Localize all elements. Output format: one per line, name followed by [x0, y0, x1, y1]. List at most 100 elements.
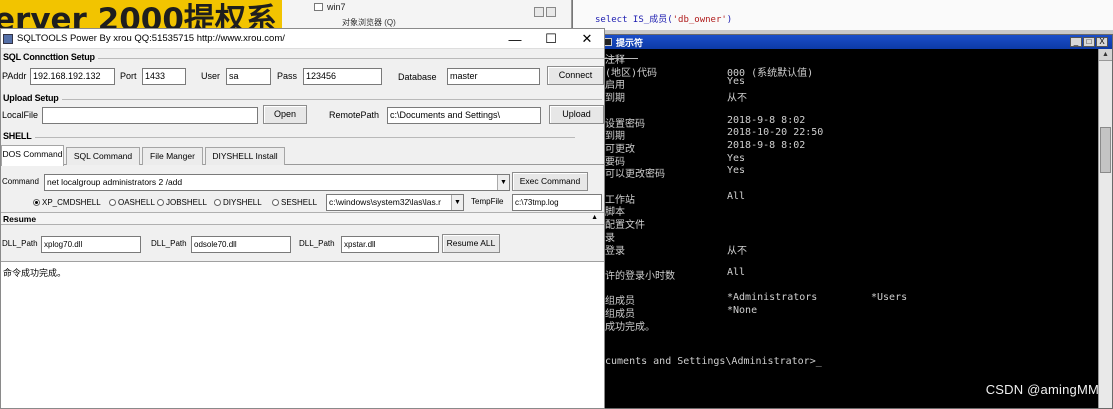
query-code: select IS_成员('db_owner'): [595, 15, 733, 25]
tree-item-label: win7: [327, 2, 346, 12]
upload-section-title: Upload Setup: [3, 93, 598, 103]
command-combo[interactable]: net localgroup administrators 2 /add ▼: [44, 174, 510, 191]
connect-button[interactable]: Connect: [547, 66, 604, 85]
shell-path-combo[interactable]: c:\windows\system32\las\las.r ▼: [326, 194, 464, 211]
port-label: Port: [120, 71, 137, 81]
dll2-label: DLL_Path: [151, 239, 187, 248]
dll1-label: DLL_Path: [2, 239, 38, 248]
remotepath-input[interactable]: c:\Documents and Settings\: [387, 107, 541, 124]
panel-button-icon[interactable]: [546, 7, 556, 17]
cmd-line: cuments and Settings\Administrator>_: [605, 356, 822, 367]
dll2-input[interactable]: odsole70.dll: [191, 236, 291, 253]
cmd-line-value: Yes: [727, 165, 746, 177]
ip-label: PAddr: [2, 71, 27, 81]
chevron-down-icon[interactable]: ▼: [497, 175, 509, 190]
tempfile-input[interactable]: c:\73tmp.log: [512, 194, 602, 211]
cmd-close-button[interactable]: X: [1096, 37, 1108, 47]
resume-title: Resume: [3, 214, 37, 224]
cmd-line: 许的登录小时数 All: [605, 267, 745, 282]
command-output-area[interactable]: 命令成功完成。: [1, 261, 604, 408]
port-input[interactable]: 1433: [142, 68, 186, 85]
radio-seshell[interactable]: SESHELL: [272, 198, 317, 207]
shell-section-title: SHELL: [3, 131, 565, 141]
tab-diyshell-install[interactable]: DIYSHELL Install: [205, 147, 285, 165]
object-browser-label: 对象浏览器 (Q): [342, 18, 396, 27]
exec-command-button[interactable]: Exec Command: [512, 172, 588, 191]
ip-input[interactable]: 192.168.192.132: [30, 68, 115, 85]
localfile-input[interactable]: [42, 107, 258, 124]
window-title: SQLTOOLS Power By xrou QQ:51535715 http:…: [17, 33, 285, 44]
dll1-input[interactable]: xplog70.dll: [41, 236, 141, 253]
cmd-maximize-button[interactable]: □: [1083, 37, 1095, 47]
localfile-label: LocalFile: [2, 110, 39, 120]
radio-icon: [33, 199, 40, 206]
sqltools-title-bar[interactable]: SQLTOOLS Power By xrou QQ:51535715 http:…: [1, 29, 604, 49]
cmd-line-value: Yes: [727, 76, 746, 88]
scroll-up-icon[interactable]: ▲: [1099, 49, 1112, 61]
pass-input[interactable]: 123456: [303, 68, 382, 85]
database-input[interactable]: master: [447, 68, 540, 85]
cmd-line-value: All: [727, 190, 746, 202]
collapse-icon[interactable]: ▲: [591, 214, 598, 221]
cmd-line-value: *Administrators: [727, 292, 818, 304]
cmd-title: 提示符: [616, 37, 644, 48]
open-button[interactable]: Open: [263, 105, 307, 124]
cmd-line-value: Yes: [727, 152, 746, 164]
banner-text: erver 2000提权系: [0, 2, 277, 28]
shell-tabs: DOS Command SQL Command File Manger DIYS…: [1, 145, 604, 166]
close-button[interactable]: ✕: [569, 29, 605, 49]
app-icon: [3, 33, 13, 44]
cmd-scrollbar[interactable]: ▲: [1098, 49, 1112, 408]
resume-bar[interactable]: Resume ▲: [1, 212, 604, 225]
cmd-line-value: 2018-10-20 22:50: [727, 127, 824, 139]
tab-dos-command[interactable]: DOS Command: [1, 145, 64, 166]
cmd-line-value: 2018-9-8 8:02: [727, 114, 806, 126]
tempfile-label: TempFile: [471, 197, 504, 206]
scroll-thumb[interactable]: [1100, 127, 1111, 173]
chevron-down-icon[interactable]: ▼: [451, 195, 463, 210]
tree-item-win7[interactable]: win7: [314, 2, 346, 12]
radio-diyshell[interactable]: DIYSHELL: [214, 198, 262, 207]
cmd-line-key: 可以更改密码: [605, 169, 665, 181]
cmd-minimize-button[interactable]: _: [1070, 37, 1082, 47]
panel-mini-buttons: [534, 7, 556, 17]
cmd-line: 到期 从不: [605, 89, 747, 105]
connection-section-title: SQL Conncttion Setup: [3, 52, 637, 62]
cmd-line-value: 从不: [727, 93, 747, 105]
cmd-title-bar[interactable]: 提示符 _ □ X: [597, 35, 1112, 49]
resume-all-button[interactable]: Resume ALL: [442, 234, 500, 253]
radio-jobshell[interactable]: JOBSHELL: [157, 198, 207, 207]
cmd-output[interactable]: 注释 (地区)代码 000 (系统默认值) 启用 Yes 到期 从不 设置密码 2018-9-8…: [597, 49, 1100, 408]
cmd-window: 提示符 _ □ X 注释 (地区)代码 000 (系统默认值) 启用 Yes 到期 从不 设置…: [596, 34, 1113, 409]
background-banner: erver 2000提权系: [0, 0, 282, 28]
tab-file-manager[interactable]: File Manger: [142, 147, 203, 165]
dll3-label: DLL_Path: [299, 239, 335, 248]
cmd-line: 可以更改密码 Yes: [605, 165, 745, 181]
maximize-button[interactable]: ☐: [533, 29, 569, 49]
cmd-line-value: *None: [727, 305, 758, 316]
radio-oashell[interactable]: OASHELL: [109, 198, 155, 207]
folder-icon: [314, 3, 323, 11]
cmd-line-key: 成功完成。: [605, 321, 655, 333]
radio-icon: [157, 199, 164, 206]
minimize-button[interactable]: —: [497, 29, 533, 49]
cmd-line-value: *Users: [871, 292, 908, 304]
cmd-line-value: 2018-9-8 8:02: [727, 139, 806, 151]
radio-icon: [109, 199, 116, 206]
radio-icon: [214, 199, 221, 206]
background-object-browser: win7 对象浏览器 (Q): [282, 0, 572, 28]
panel-button-icon[interactable]: [534, 7, 544, 17]
shell-path-value: c:\windows\system32\las\las.r: [329, 197, 441, 207]
cmd-line-key: cuments and Settings\Administrator>_: [605, 355, 822, 367]
sqltools-window: SQLTOOLS Power By xrou QQ:51535715 http:…: [0, 28, 637, 409]
tab-sql-command[interactable]: SQL Command: [66, 147, 140, 165]
cmd-line: 成功完成。: [605, 318, 655, 333]
dll3-input[interactable]: xpstar.dll: [341, 236, 439, 253]
cmd-line-key: 许的登录小时数: [605, 270, 675, 282]
cmd-line-key: 到期: [605, 93, 625, 105]
radio-xp-cmdshell[interactable]: XP_CMDSHELL: [33, 198, 101, 207]
upload-button[interactable]: Upload: [549, 105, 604, 124]
command-value: net localgroup administrators 2 /add: [47, 177, 183, 187]
command-label: Command: [2, 177, 39, 186]
user-input[interactable]: sa: [226, 68, 271, 85]
